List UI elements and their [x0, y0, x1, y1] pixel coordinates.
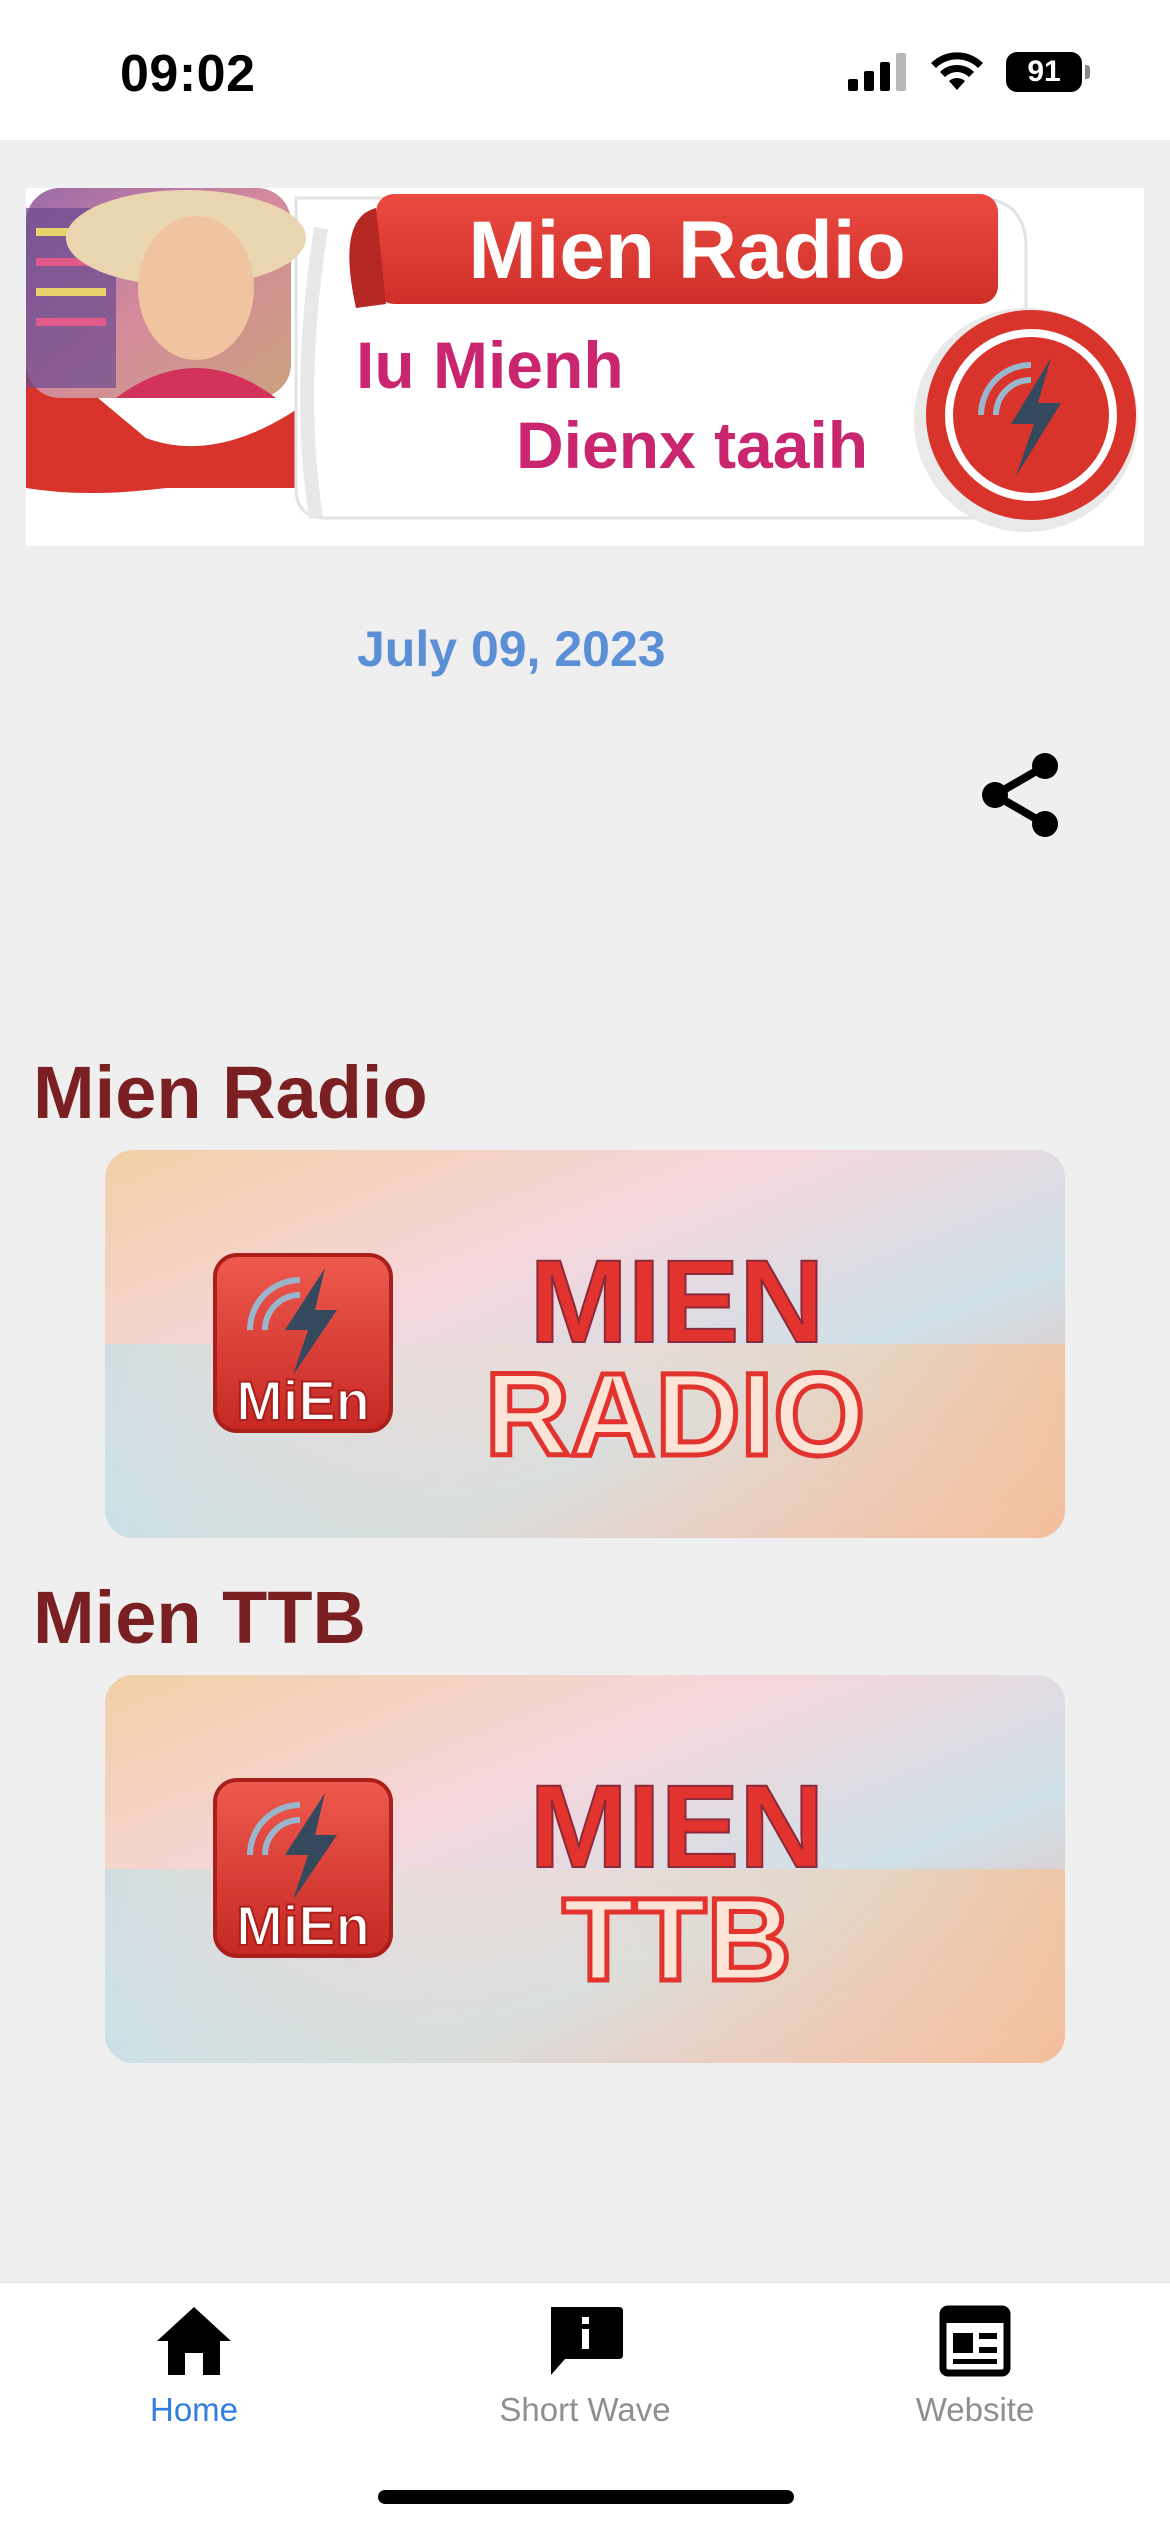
radio-logo-icon	[914, 308, 1138, 532]
section-title-mien-radio: Mien Radio	[33, 1051, 428, 1134]
info-message-icon	[551, 2307, 623, 2375]
mien-badge-label: MiEn	[236, 1894, 370, 1957]
tab-home-label: Home	[149, 2391, 239, 2428]
date-label: July 09, 2023	[357, 621, 666, 677]
share-button[interactable]	[970, 745, 1070, 845]
home-icon	[157, 2307, 231, 2375]
status-bar: 09:02 91	[0, 0, 1170, 140]
section-title-mien-ttb: Mien TTB	[33, 1576, 366, 1659]
mien-badge-label: MiEn	[236, 1369, 370, 1432]
status-time: 09:02	[120, 45, 256, 103]
tab-website-label: Website	[915, 2391, 1035, 2428]
station-line-2: TTB	[562, 1874, 791, 2006]
tab-website[interactable]: Website	[845, 2303, 1105, 2429]
mien-badge-icon: MiEn	[213, 1778, 393, 1958]
status-icons: 91	[848, 52, 1090, 92]
tab-short-wave[interactable]: Short Wave	[455, 2303, 715, 2429]
banner-line-2: Dienx taaih	[516, 408, 868, 482]
signal-icon	[848, 53, 906, 91]
battery-level: 91	[1006, 52, 1082, 92]
home-indicator	[378, 2490, 794, 2504]
mien-badge-icon: MiEn	[213, 1253, 393, 1433]
tab-home[interactable]: Home	[64, 2303, 324, 2429]
battery-icon: 91	[1006, 52, 1090, 92]
header-banner: Mien Radio Iu Mienh Dienx taaih	[26, 188, 1144, 546]
banner-photo	[26, 188, 306, 398]
wifi-icon	[931, 52, 983, 90]
newspaper-icon	[939, 2305, 1011, 2377]
banner-artwork: Mien Radio Iu Mienh Dienx taaih	[26, 188, 1138, 532]
station-line-2: RADIO	[485, 1349, 865, 1481]
station-card-mien-radio[interactable]: MiEn MIEN RADIO	[105, 1150, 1065, 1538]
tab-short-wave-label: Short Wave	[499, 2391, 671, 2428]
banner-line-1: Iu Mienh	[356, 328, 624, 402]
share-icon	[982, 753, 1058, 837]
station-artwork: MiEn MIEN RADIO	[105, 1150, 1065, 1538]
station-card-mien-ttb[interactable]: MiEn MIEN TTB	[105, 1675, 1065, 2063]
banner-title: Mien Radio	[468, 205, 905, 296]
station-artwork: MiEn MIEN TTB	[105, 1675, 1065, 2063]
